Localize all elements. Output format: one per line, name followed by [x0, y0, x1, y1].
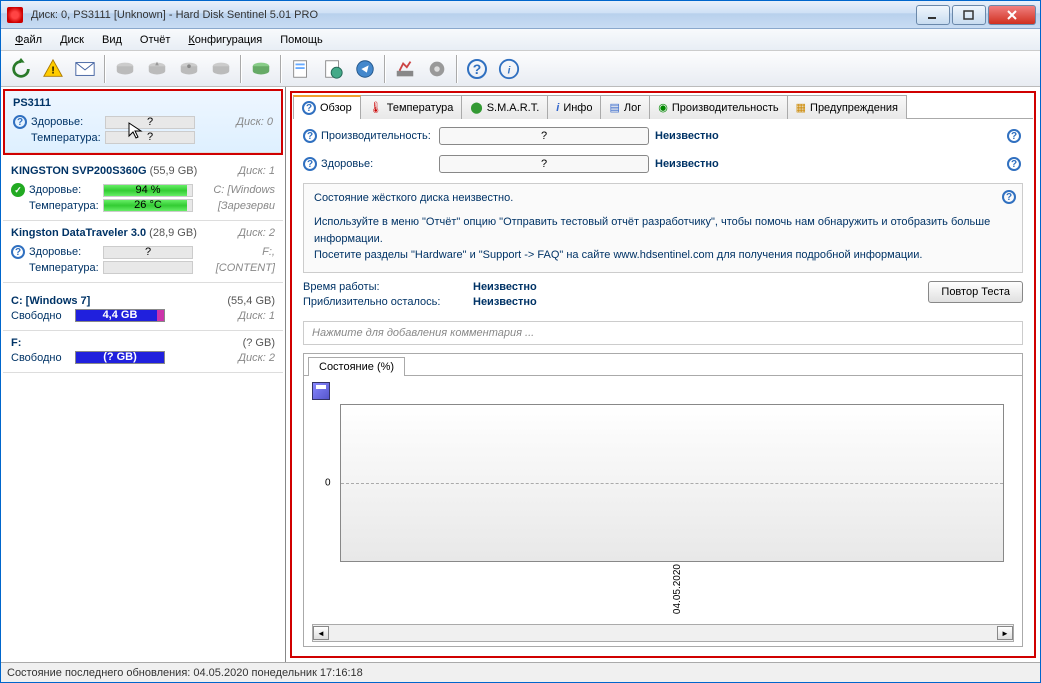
help-icon[interactable]: ?: [1002, 190, 1016, 204]
menu-config[interactable]: Конфигурация: [180, 32, 270, 48]
question-icon: ?: [11, 245, 25, 259]
question-icon: ?: [303, 157, 317, 171]
disk-name: Kingston DataTraveler 3.0: [11, 227, 146, 239]
alert-icon: ▦: [796, 101, 806, 114]
menu-report[interactable]: Отчёт: [132, 32, 178, 48]
status-heading: Состояние жёсткого диска неизвестно.: [314, 192, 1012, 204]
smart-icon: ⬤: [470, 101, 482, 114]
mail-icon[interactable]: [69, 53, 101, 85]
disk-green-icon[interactable]: [245, 53, 277, 85]
minimize-button[interactable]: [916, 5, 950, 25]
tab-log[interactable]: ▤Лог: [600, 95, 650, 119]
check-icon: ✓: [11, 183, 25, 197]
globe-report-icon[interactable]: [317, 53, 349, 85]
scroll-left-icon[interactable]: ◄: [313, 626, 329, 640]
disk-gray4-icon[interactable]: [205, 53, 237, 85]
refresh-icon[interactable]: [5, 53, 37, 85]
volume-item-1[interactable]: F:(? GB) Свободно(? GB)Диск: 2: [3, 331, 283, 373]
help-icon[interactable]: ?: [1007, 157, 1021, 171]
tab-performance[interactable]: ◉Производительность: [649, 95, 787, 119]
disk-item-1[interactable]: KINGSTON SVP200S360G (55,9 GB)Диск: 1 ✓З…: [3, 159, 283, 221]
settings-icon[interactable]: [389, 53, 421, 85]
disk-item-2[interactable]: Kingston DataTraveler 3.0 (28,9 GB)Диск:…: [3, 221, 283, 283]
volume-item-0[interactable]: C: [Windows 7](55,4 GB) Свободно4,4 GBДи…: [3, 289, 283, 331]
menu-bar: Файл Диск Вид Отчёт Конфигурация Помощь: [1, 29, 1040, 51]
close-button[interactable]: [988, 5, 1036, 25]
chart-panel: Состояние (%) 0 04.05.2020 ◄ ►: [303, 353, 1023, 648]
svg-text:i: i: [508, 65, 511, 76]
window-title: Диск: 0, PS3111 [Unknown] - Hard Disk Se…: [27, 9, 916, 21]
retest-button[interactable]: Повтор Теста: [928, 281, 1023, 303]
maximize-button[interactable]: [952, 5, 986, 25]
report-icon[interactable]: [285, 53, 317, 85]
send-icon[interactable]: [349, 53, 381, 85]
thermometer-icon: 🌡: [369, 101, 383, 114]
menu-view[interactable]: Вид: [94, 32, 130, 48]
tab-smart[interactable]: ⬤S.M.A.R.T.: [461, 95, 548, 119]
app-icon: [7, 7, 23, 23]
menu-file[interactable]: Файл: [7, 32, 50, 48]
help-icon[interactable]: ?: [1007, 129, 1021, 143]
menu-help[interactable]: Помощь: [272, 32, 331, 48]
status-bar: Состояние последнего обновления: 04.05.2…: [1, 662, 1040, 682]
chart-tab-health[interactable]: Состояние (%): [308, 357, 405, 376]
tab-overview[interactable]: ?Обзор: [293, 95, 361, 119]
info-icon: i: [556, 102, 559, 114]
info-icon[interactable]: i: [493, 53, 525, 85]
health-bar: ?: [439, 155, 649, 173]
performance-value: Неизвестно: [655, 130, 1001, 142]
disk-name: KINGSTON SVP200S360G: [11, 165, 147, 177]
tab-bar: ?Обзор 🌡Температура ⬤S.M.A.R.T. iИнфо ▤Л…: [293, 94, 1033, 119]
scroll-right-icon[interactable]: ►: [997, 626, 1013, 640]
comment-input[interactable]: Нажмите для добавления комментария ...: [303, 321, 1023, 345]
chart-plot: 0: [340, 404, 1004, 563]
toolbar: ! ? i: [1, 51, 1040, 87]
title-bar: Диск: 0, PS3111 [Unknown] - Hard Disk Se…: [1, 1, 1040, 29]
health-value: Неизвестно: [655, 158, 1001, 170]
tab-info[interactable]: iИнфо: [547, 95, 601, 119]
help-icon[interactable]: ?: [461, 53, 493, 85]
tab-alerts[interactable]: ▦Предупреждения: [787, 95, 907, 119]
disk-name: PS3111: [13, 97, 51, 109]
tab-temperature[interactable]: 🌡Температура: [360, 95, 463, 119]
save-icon[interactable]: [312, 382, 330, 400]
warning-icon[interactable]: !: [37, 53, 69, 85]
question-icon: ?: [303, 129, 317, 143]
performance-bar: ?: [439, 127, 649, 145]
log-icon: ▤: [609, 101, 619, 114]
disk-gray3-icon[interactable]: [173, 53, 205, 85]
disk-gray1-icon[interactable]: [109, 53, 141, 85]
gear-icon[interactable]: [421, 53, 453, 85]
sidebar: PS3111 ?Здоровье:?Диск: 0 Температура:? …: [1, 87, 286, 662]
gauge-icon: ◉: [658, 101, 668, 114]
svg-text:!: !: [51, 65, 54, 76]
chart-scrollbar[interactable]: ◄ ►: [312, 624, 1014, 642]
disk-gray2-icon[interactable]: [141, 53, 173, 85]
disk-item-0[interactable]: PS3111 ?Здоровье:?Диск: 0 Температура:?: [5, 91, 281, 153]
status-body: Используйте в меню "Отчёт" опцию "Отправ…: [314, 214, 1012, 264]
status-box: ? Состояние жёсткого диска неизвестно. И…: [303, 183, 1023, 273]
question-icon: ?: [302, 101, 316, 115]
question-icon: ?: [13, 115, 27, 129]
menu-disk[interactable]: Диск: [52, 32, 92, 48]
